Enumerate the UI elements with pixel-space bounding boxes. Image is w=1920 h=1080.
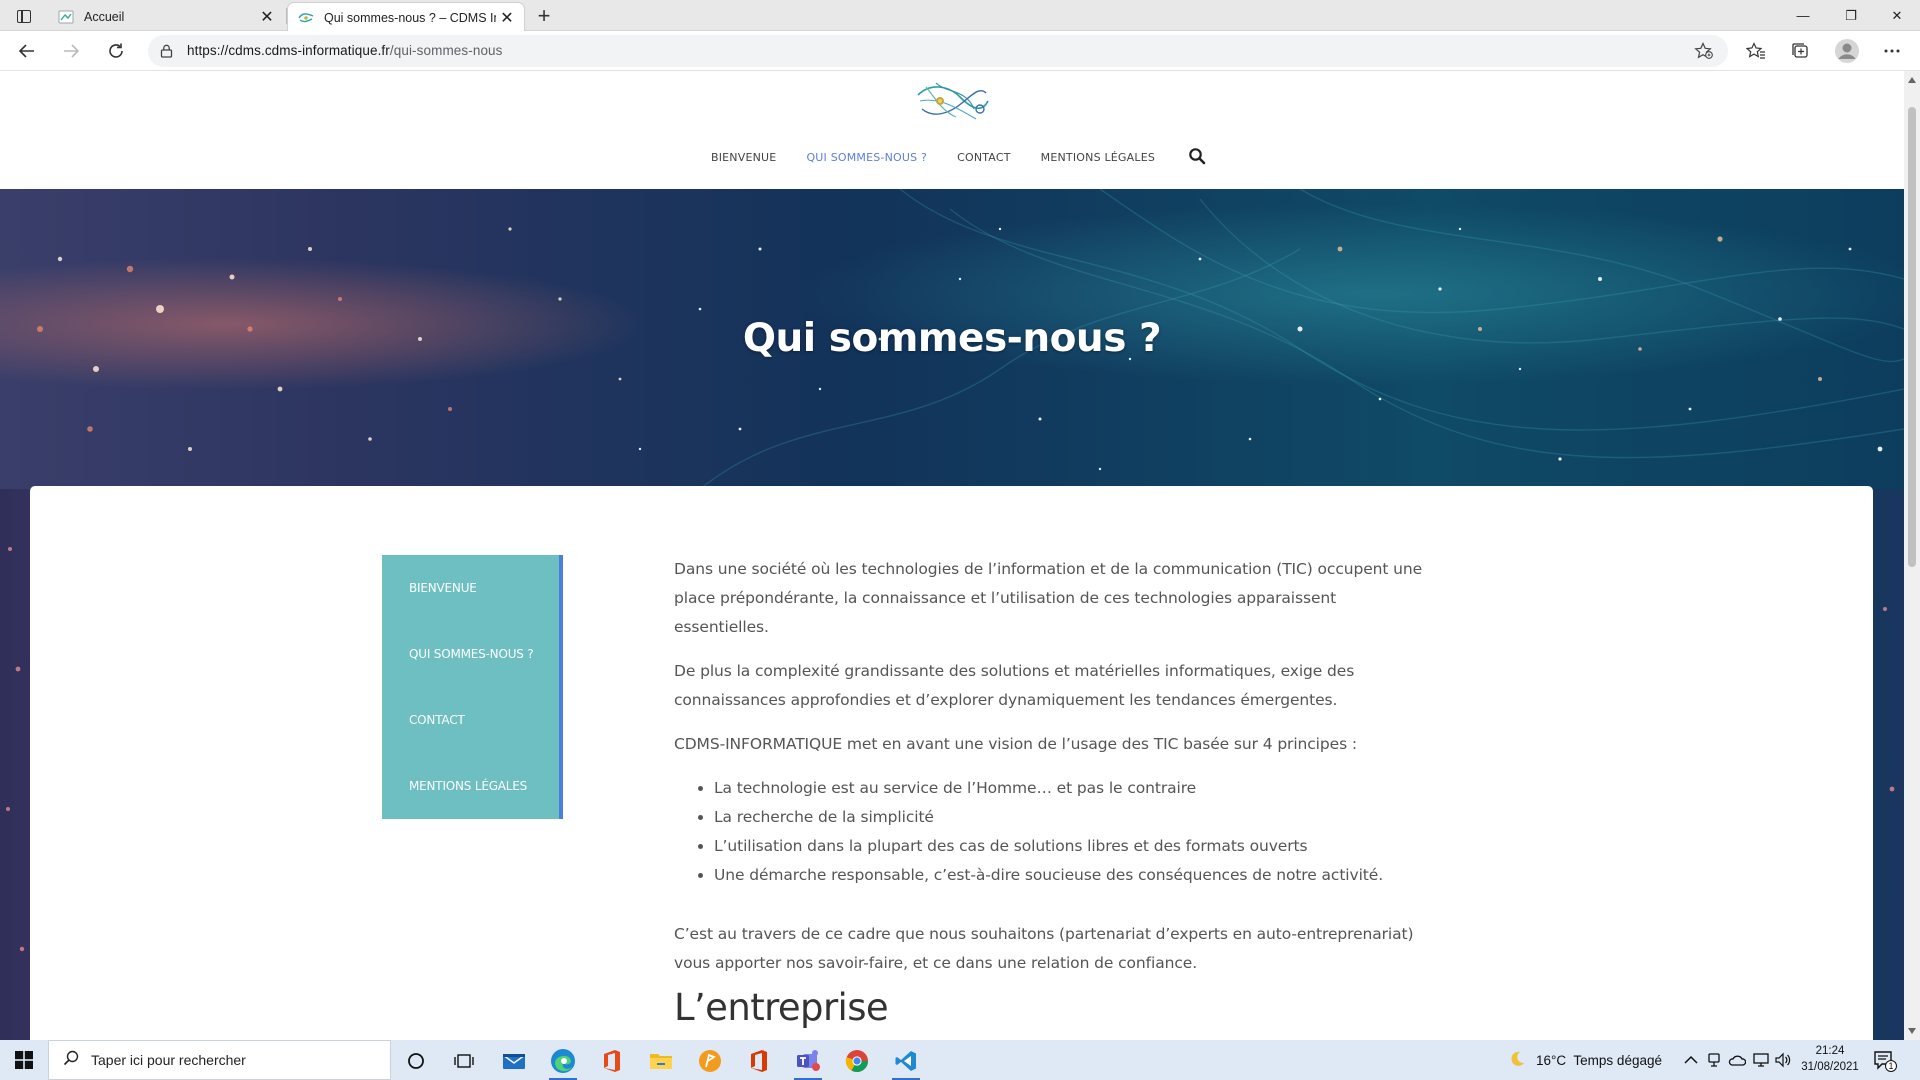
chrome-icon[interactable] (837, 1044, 877, 1078)
nav-mentions-legales[interactable]: MENTIONS LÉGALES (1041, 151, 1155, 164)
scrollbar-thumb[interactable] (1908, 107, 1916, 567)
mail-icon[interactable] (494, 1044, 534, 1078)
collections-icon[interactable] (1788, 40, 1812, 62)
nav-qui-sommes-nous[interactable]: QUI SOMMES-NOUS ? (806, 151, 927, 164)
add-favorite-icon[interactable] (1694, 42, 1714, 65)
tab-qui-sommes-nous[interactable]: Qui sommes-nous ? – CDMS Informatique ✕ (287, 2, 525, 32)
complexity-paragraph: De plus la complexité grandissante des s… (674, 662, 1355, 709)
sidebar-item-label: MENTIONS LÉGALES (409, 779, 528, 793)
vscode-icon[interactable] (886, 1044, 926, 1080)
show-hidden-icons-icon[interactable] (1684, 1040, 1698, 1080)
minimize-icon[interactable]: — (1780, 0, 1826, 31)
site-header: BIENVENUE QUI SOMMES-NOUS ? CONTACT MENT… (0, 71, 1904, 189)
sidebar-item-qui-sommes-nous[interactable]: QUI SOMMES-NOUS ? (382, 621, 563, 687)
cortana-icon[interactable] (396, 1044, 436, 1078)
notification-count-badge: 1 (1885, 1060, 1897, 1072)
moon-icon (1508, 1050, 1526, 1071)
page-title: Qui sommes-nous ? (742, 316, 1162, 361)
list-item: Une démarche responsable, c’est-à-dire s… (714, 861, 1434, 890)
main-nav: BIENVENUE QUI SOMMES-NOUS ? CONTACT MENT… (0, 147, 1904, 167)
browser-toolbar: https://cdms.cdms-informatique.fr/qui-so… (0, 31, 1920, 71)
list-item: La technologie est au service de l’Homme… (714, 774, 1434, 803)
url-text: https://cdms.cdms-informatique.fr/qui-so… (187, 43, 503, 58)
site-favicon-icon (58, 9, 74, 25)
new-tab-icon[interactable]: + (531, 3, 557, 29)
forward-arrow-icon[interactable] (56, 37, 86, 65)
article-content: Dans une société où les technologies de … (674, 555, 1434, 1029)
search-icon (63, 1050, 79, 1071)
scroll-up-icon[interactable] (1908, 77, 1916, 83)
clock-date: 31/08/2021 (1801, 1060, 1859, 1073)
lock-icon[interactable] (160, 44, 173, 63)
list-item: La recherche de la simplicité (714, 803, 1434, 832)
sidebar-item-label: CONTACT (409, 713, 465, 727)
weather-text: 16°C Temps dégagé (1536, 1052, 1662, 1068)
search-icon[interactable] (1188, 147, 1208, 167)
site-favicon-icon (298, 10, 314, 26)
taskbar-search-placeholder: Taper ici pour rechercher (91, 1052, 246, 1068)
sidebar-item-bienvenue[interactable]: BIENVENUE (382, 555, 563, 621)
url-path: /qui-sommes-nous (389, 43, 503, 58)
favorites-icon[interactable] (1744, 40, 1768, 62)
nav-bienvenue[interactable]: BIENVENUE (711, 151, 776, 164)
sidebar-menu: BIENVENUE QUI SOMMES-NOUS ? CONTACT MENT… (382, 555, 563, 819)
teams-icon[interactable] (788, 1044, 828, 1080)
office-icon-2[interactable] (739, 1044, 779, 1078)
principles-list: La technologie est au service de l’Homme… (714, 774, 1434, 890)
list-item: L’utilisation dans la plupart des cas de… (714, 832, 1434, 861)
more-options-icon[interactable] (1880, 40, 1904, 62)
intro-paragraph: Dans une société où les technologies de … (674, 560, 1423, 636)
system-clock[interactable]: 21:24 31/08/2021 (1794, 1044, 1866, 1075)
windows-taskbar: Taper ici pour rechercher 16°C Temps dég… (0, 1040, 1920, 1080)
notification-center-icon[interactable]: 1 (1872, 1048, 1897, 1072)
edge-browser-icon[interactable] (543, 1044, 583, 1080)
tab-title: Accueil (84, 9, 125, 24)
task-view-icon[interactable] (444, 1044, 484, 1078)
volume-icon[interactable] (1774, 1040, 1792, 1080)
url-host: https://cdms.cdms-informatique.fr (187, 43, 390, 58)
nav-contact[interactable]: CONTACT (957, 151, 1011, 164)
hero-banner: Qui sommes-nous ? (0, 189, 1904, 489)
close-window-icon[interactable]: ✕ (1874, 0, 1920, 31)
back-arrow-icon[interactable] (12, 37, 42, 65)
framework-paragraph: C’est au travers de ce cadre que nous so… (674, 925, 1414, 972)
taskbar-search-box[interactable]: Taper ici pour rechercher (48, 1040, 391, 1080)
pdf-app-icon[interactable] (690, 1044, 730, 1078)
page-viewport: BIENVENUE QUI SOMMES-NOUS ? CONTACT MENT… (0, 71, 1904, 1040)
profile-avatar-icon[interactable] (1832, 36, 1862, 66)
close-tab-icon[interactable]: ✕ (496, 7, 518, 29)
refresh-icon[interactable] (101, 37, 131, 65)
tab-accueil[interactable]: Accueil ✕ (48, 2, 284, 31)
windows-start-icon[interactable] (0, 1040, 48, 1080)
scroll-down-icon[interactable] (1908, 1028, 1916, 1034)
sidebar-item-label: BIENVENUE (409, 581, 477, 595)
site-logo[interactable] (916, 79, 990, 125)
vision-paragraph: CDMS-INFORMATIQUE met en avant une visio… (674, 735, 1357, 753)
clock-time: 21:24 (1815, 1045, 1845, 1057)
page-scrollbar[interactable] (1904, 71, 1920, 1040)
close-tab-icon[interactable]: ✕ (256, 6, 278, 28)
section-heading-entreprise: L’entreprise (674, 986, 889, 1029)
restore-icon[interactable]: ❐ (1828, 0, 1874, 31)
office-icon[interactable] (592, 1044, 632, 1078)
file-explorer-icon[interactable] (641, 1044, 681, 1078)
sidebar-item-label: QUI SOMMES-NOUS ? (409, 647, 534, 661)
browser-tab-bar: Accueil ✕ Qui sommes-nous ? – CDMS Infor… (0, 0, 1920, 32)
network-icon[interactable] (1752, 1040, 1770, 1080)
sidebar-item-mentions-legales[interactable]: MENTIONS LÉGALES (382, 753, 563, 819)
tab-title: Qui sommes-nous ? – CDMS Informatique (324, 10, 496, 25)
meet-now-icon[interactable] (1706, 1040, 1722, 1080)
address-bar[interactable]: https://cdms.cdms-informatique.fr/qui-so… (148, 35, 1728, 67)
sidebar-item-contact[interactable]: CONTACT (382, 687, 563, 753)
weather-widget[interactable]: 16°C Temps dégagé (1508, 1040, 1662, 1080)
onedrive-icon[interactable] (1728, 1040, 1746, 1080)
tab-actions-icon[interactable] (12, 6, 36, 26)
